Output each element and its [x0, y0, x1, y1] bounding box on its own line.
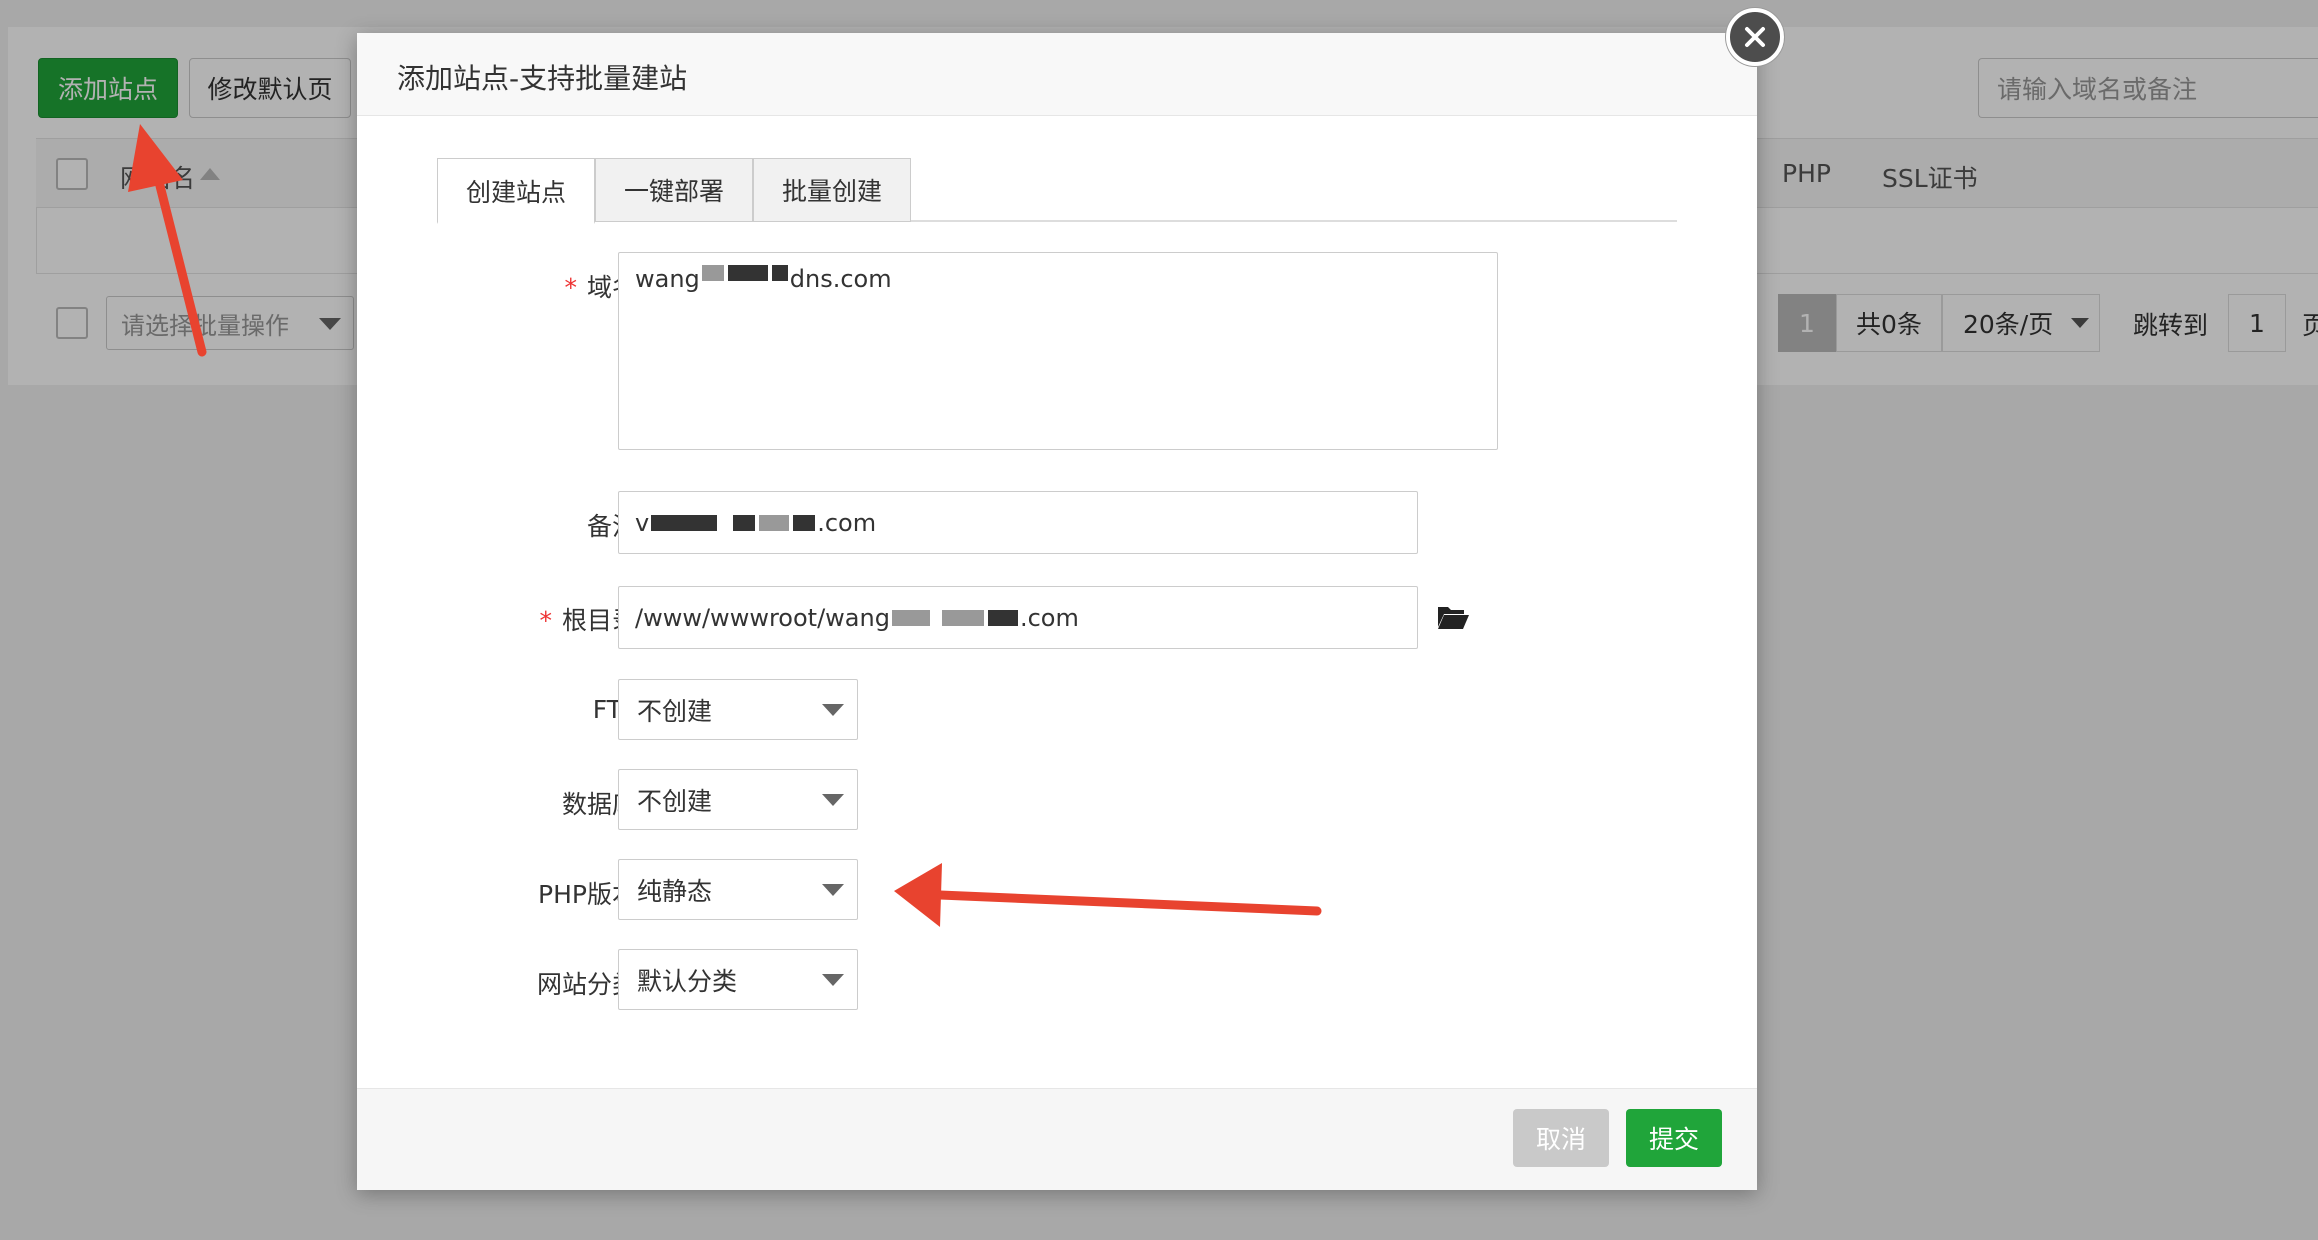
chevron-down-icon — [822, 704, 844, 716]
redacted-text — [727, 265, 768, 281]
tab-one-click-deploy[interactable]: 一键部署 — [595, 158, 753, 222]
php-version-select[interactable]: 纯静态 — [618, 859, 858, 920]
redacted-text — [759, 514, 790, 531]
ftp-select[interactable]: 不创建 — [618, 679, 858, 740]
add-site-modal: 添加站点-支持批量建站 创建站点 一键部署 批量创建 * 域名 wang dns.c… — [357, 33, 1757, 1190]
close-icon — [1745, 27, 1765, 47]
root-dir-label: * 根目录 — [539, 606, 637, 635]
redacted-text — [891, 609, 930, 626]
redacted-text — [987, 609, 1018, 626]
chevron-down-icon — [822, 794, 844, 806]
chevron-down-icon — [822, 884, 844, 896]
close-modal-button[interactable] — [1726, 8, 1784, 66]
tab-batch-create[interactable]: 批量创建 — [753, 158, 911, 222]
domain-textarea[interactable]: wang dns.com — [618, 252, 1498, 450]
redacted-text — [651, 514, 718, 531]
redacted-text — [941, 609, 984, 626]
modal-footer: 取消 提交 — [357, 1088, 1757, 1190]
site-category-select[interactable]: 默认分类 — [618, 949, 858, 1010]
remark-input[interactable]: v .com — [618, 491, 1418, 554]
php-version-label: PHP版本 — [538, 880, 637, 909]
submit-button[interactable]: 提交 — [1626, 1109, 1722, 1167]
redacted-text — [701, 265, 724, 281]
redacted-text — [733, 514, 756, 531]
site-category-label: 网站分类 — [536, 970, 637, 999]
root-dir-input[interactable]: /www/wwwroot/wang .com — [618, 586, 1418, 649]
cancel-button[interactable]: 取消 — [1513, 1109, 1609, 1167]
modal-tabs: 创建站点 一键部署 批量创建 — [437, 158, 1677, 224]
required-mark: * — [539, 606, 552, 635]
required-mark: * — [564, 273, 577, 302]
modal-title: 添加站点-支持批量建站 — [397, 62, 688, 95]
folder-open-icon[interactable] — [1436, 603, 1470, 631]
tab-create-site[interactable]: 创建站点 — [437, 158, 595, 224]
chevron-down-icon — [822, 974, 844, 986]
redacted-text — [793, 514, 816, 531]
database-select[interactable]: 不创建 — [618, 769, 858, 830]
redacted-text — [771, 265, 788, 281]
modal-header: 添加站点-支持批量建站 — [357, 33, 1757, 116]
